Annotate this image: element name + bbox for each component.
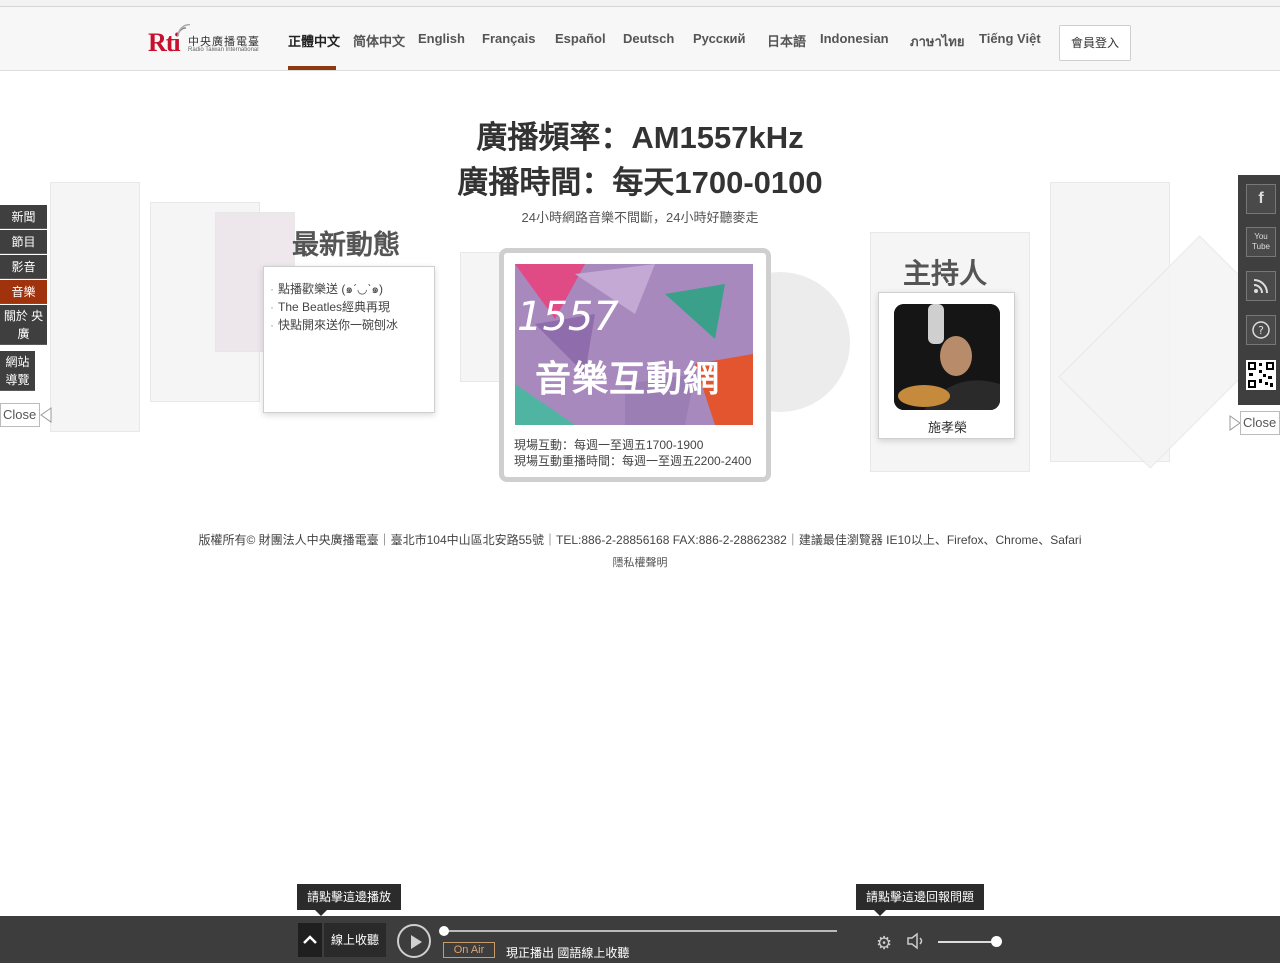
lang-zh-cn[interactable]: 简体中文 [353, 31, 405, 50]
rebroadcast-time: 現場互動重播時間：每週一至週五2200-2400 [514, 454, 752, 468]
gear-icon[interactable]: ⚙ [876, 933, 892, 954]
volume-handle[interactable] [991, 936, 1002, 947]
now-playing-text: 現正播出 國語線上收聽 [506, 946, 630, 960]
progress-handle[interactable] [439, 926, 449, 936]
active-language-underline [288, 66, 336, 70]
host-portrait [894, 304, 1000, 410]
host-title: 主持人 [903, 258, 988, 289]
play-button[interactable] [397, 924, 431, 958]
help-icon[interactable]: ? [1246, 315, 1276, 345]
youtube-icon[interactable]: You Tube [1246, 227, 1276, 257]
rti-logo[interactable]: Rti 中央廣播電臺 Radio Taiwan International [148, 24, 272, 58]
news-title: 最新動態 [292, 230, 400, 260]
logo-brand: Rti [148, 28, 181, 57]
nav-sitemap[interactable]: 網站 導覽 [0, 351, 35, 391]
nav-music[interactable]: 音樂 [0, 280, 47, 304]
program-name: 音樂互動網 [535, 358, 721, 399]
rss-icon[interactable] [1246, 271, 1276, 301]
privacy-link[interactable]: 隱私權聲明 [0, 554, 1280, 570]
logo-name-en: Radio Taiwan International [188, 47, 259, 53]
broadcast-frequency: 廣播頻率：AM1557kHz [476, 120, 804, 155]
footer-copyright: 版權所有© 財團法人中央廣播電臺｜臺北市104中山區北安路55號｜TEL:886… [198, 533, 1082, 547]
site-header: Rti 中央廣播電臺 Radio Taiwan International 正體… [0, 7, 1280, 71]
program-banner[interactable]: 1557 音樂互動網 [515, 264, 753, 425]
chevron-up-icon [303, 935, 317, 944]
top-rule [0, 0, 1280, 7]
collapse-left-icon [40, 407, 52, 423]
lang-spanish[interactable]: Español [555, 31, 606, 46]
host-panel[interactable]: 施孝榮 [878, 292, 1015, 439]
lang-russian[interactable]: Русский [693, 31, 746, 46]
right-close-tab[interactable]: Close [1229, 411, 1280, 435]
news-panel: 點播歡樂送 (๑ˊ◡ˋ๑) The Beatles經典再現 快點開來送你一碗刨冰 [263, 266, 435, 413]
volume-icon[interactable] [906, 932, 928, 950]
report-tooltip: 請點擊這邊回報問題 [856, 884, 985, 916]
member-login-button[interactable]: 會員登入 [1059, 25, 1131, 61]
lang-indonesian[interactable]: Indonesian [820, 31, 889, 46]
on-air-badge: On Air [443, 942, 495, 958]
player-bar: 線上收聽 On Air 現正播出 國語線上收聽 ⚙ [0, 916, 1280, 963]
left-close-tab[interactable]: Close [0, 403, 52, 427]
lang-japanese[interactable]: 日本語 [767, 31, 806, 50]
live-interaction-time: 現場互動：每週一至週五1700-1900 [514, 438, 704, 452]
feature-card[interactable]: 1557 音樂互動網 現場互動：每週一至週五1700-1900 現場互動重播時間… [499, 248, 771, 482]
host-name[interactable]: 施孝榮 [879, 417, 1016, 436]
facebook-icon[interactable]: f [1246, 184, 1276, 214]
right-close-label: Close [1240, 411, 1280, 435]
svg-text:?: ? [1258, 324, 1264, 337]
news-item[interactable]: The Beatles經典再現 [270, 298, 390, 315]
nav-media[interactable]: 影音 [0, 255, 47, 279]
volume-slider[interactable] [938, 941, 996, 943]
lang-zh-tw[interactable]: 正體中文 [288, 31, 340, 50]
player-toggle-button[interactable] [298, 923, 322, 957]
lang-german[interactable]: Deutsch [623, 31, 674, 46]
listen-online-button[interactable]: 線上收聽 [324, 923, 386, 957]
play-tooltip: 請點擊這邊播放 [297, 884, 402, 916]
lang-french[interactable]: Français [482, 31, 535, 46]
news-item[interactable]: 點播歡樂送 (๑ˊ◡ˋ๑) [270, 280, 383, 299]
nav-programs[interactable]: 節目 [0, 230, 47, 254]
broadcast-time: 廣播時間：每天1700-0100 [457, 165, 823, 200]
news-item[interactable]: 快點開來送你一碗刨冰 [270, 316, 398, 333]
progress-bar[interactable] [443, 930, 837, 932]
nav-about[interactable]: 關於 央廣 [0, 305, 47, 345]
lang-thai[interactable]: ภาษาไทย [910, 31, 964, 52]
social-sidebar: f You Tube ? [1238, 175, 1280, 405]
lang-vietnamese[interactable]: Tiếng Việt [979, 31, 1041, 46]
left-close-label: Close [0, 403, 40, 427]
program-number: 1557 [517, 294, 619, 340]
tagline: 24小時網路音樂不間斷，24小時好聽麥走 [521, 210, 759, 225]
nav-news[interactable]: 新聞 [0, 205, 47, 229]
host-photo[interactable] [894, 304, 1000, 410]
qr-code-icon[interactable] [1246, 360, 1276, 390]
lang-english[interactable]: English [418, 31, 465, 46]
